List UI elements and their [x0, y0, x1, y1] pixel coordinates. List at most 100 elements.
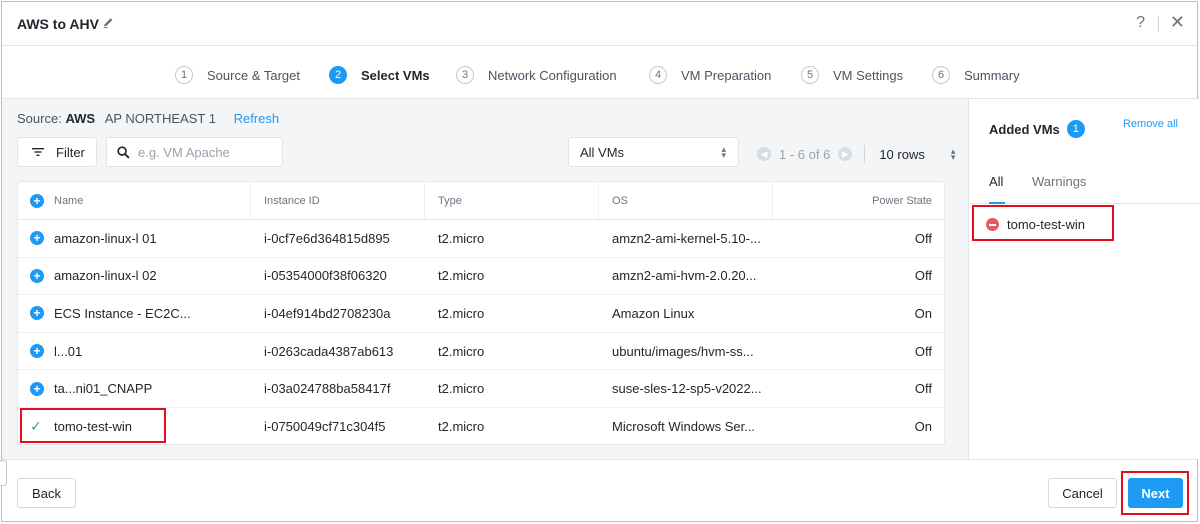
back-button[interactable]: Back: [17, 478, 76, 508]
added-count-badge: 1: [1066, 120, 1085, 138]
add-all-icon[interactable]: +: [30, 193, 44, 208]
resize-handle[interactable]: [0, 460, 7, 486]
select-arrows-icon: ▴ ▾: [721, 144, 726, 160]
remove-all-link[interactable]: Remove all: [1123, 118, 1178, 130]
vm-os: ubuntu/images/hvm-ss...: [612, 343, 754, 359]
dialog-header: AWS to AHV ? ✕: [2, 2, 1197, 46]
instance-id: i-0750049cf71c304f5: [264, 419, 386, 435]
help-icon[interactable]: ?: [1136, 14, 1145, 32]
active-tab-indicator: [989, 202, 1005, 204]
vm-filter-select[interactable]: All VMs ▴ ▾: [568, 137, 739, 167]
vm-os: Amazon Linux: [612, 305, 695, 321]
add-vm-icon[interactable]: +: [30, 268, 44, 283]
rows-per-page-select[interactable]: 10 rows: [879, 147, 925, 162]
wizard-steps: 1 Source & Target 2 Select VMs 3 Network…: [2, 46, 1197, 99]
step-number: 1: [175, 66, 193, 84]
power-state: Off: [914, 268, 932, 284]
vm-os: amzn2-ami-kernel-5.10-...: [612, 230, 761, 246]
pager-divider: [864, 145, 866, 163]
cancel-button[interactable]: Cancel: [1048, 478, 1117, 508]
step-number: 4: [649, 66, 667, 84]
step-label: Select VMs: [361, 67, 430, 83]
search-input[interactable]: [138, 144, 278, 160]
source-info: Source: AWS AP NORTHEAST 1 Refresh: [17, 111, 279, 126]
added-vms-tabs: All Warnings: [970, 172, 1199, 204]
search-box[interactable]: [106, 137, 283, 167]
prev-page-icon[interactable]: ◀: [757, 147, 771, 161]
source-region: AP NORTHEAST 1: [104, 111, 216, 126]
column-type[interactable]: Type: [425, 182, 599, 219]
step-vm-settings[interactable]: 5 VM Settings: [801, 66, 903, 84]
add-vm-icon[interactable]: +: [30, 231, 44, 246]
vm-name: ta...ni01_CNAPP: [54, 381, 153, 397]
source-label: Source:: [17, 111, 62, 126]
vm-name: amazon-linux-l 01: [54, 230, 157, 246]
vm-filter-value: All VMs: [580, 144, 625, 160]
instance-type: t2.micro: [438, 230, 485, 246]
step-vm-preparation[interactable]: 4 VM Preparation: [649, 66, 771, 84]
step-source-target[interactable]: 1 Source & Target: [175, 66, 300, 84]
column-power-state[interactable]: Power State: [773, 182, 944, 219]
filter-button[interactable]: Filter: [17, 137, 97, 167]
table-row[interactable]: + amazon-linux-l 02 i-05354000f38f06320 t…: [18, 258, 944, 296]
column-os[interactable]: OS: [599, 182, 773, 219]
highlight-box: [20, 408, 166, 443]
add-vm-icon[interactable]: +: [30, 381, 44, 396]
power-state: Off: [914, 230, 932, 246]
step-label: Source & Target: [207, 67, 300, 83]
add-vm-icon[interactable]: +: [30, 306, 44, 321]
highlight-box: [1121, 471, 1189, 515]
step-number: 5: [801, 66, 819, 84]
step-label: Network Configuration: [488, 67, 617, 83]
dialog-window: AWS to AHV ? ✕ 1 Source & Target 2 Selec…: [0, 1, 1199, 522]
added-vms-title: Added VMs 1: [989, 120, 1085, 138]
next-page-icon[interactable]: ▶: [838, 147, 853, 161]
table-row[interactable]: + l...01 i-0263cada4387ab613 t2.micro ubu…: [18, 333, 944, 371]
power-state: On: [914, 305, 932, 321]
step-number: 3: [456, 66, 474, 84]
instance-id: i-0cf7e6d364815d895: [264, 230, 390, 246]
column-label: Name: [54, 194, 84, 207]
step-summary[interactable]: 6 Summary: [932, 66, 1020, 84]
add-vm-icon[interactable]: +: [30, 344, 44, 359]
close-icon[interactable]: ✕: [1170, 12, 1185, 33]
pagination: ◀ 1 - 6 of 6 ▶ 10 rows ▴ ▾: [757, 145, 955, 163]
highlight-box: [972, 205, 1114, 241]
step-label: VM Preparation: [681, 67, 772, 83]
pencil-icon[interactable]: [102, 16, 114, 29]
instance-id: i-05354000f38f06320: [264, 268, 387, 284]
vm-name: l...01: [54, 343, 83, 359]
instance-type: t2.micro: [438, 305, 485, 321]
table-row[interactable]: + amazon-linux-l 01 i-0cf7e6d364815d895 t…: [18, 220, 944, 258]
table-row[interactable]: + ECS Instance - EC2C... i-04ef914bd27082…: [18, 295, 944, 333]
added-vms-label: Added VMs: [989, 121, 1060, 137]
instance-id: i-03a024788ba58417f: [264, 381, 391, 397]
filter-label: Filter: [56, 144, 85, 160]
page-range: 1 - 6 of 6: [779, 146, 831, 162]
vm-name: amazon-linux-l 02: [54, 268, 157, 284]
power-state: Off: [914, 343, 932, 359]
vm-name: ECS Instance - EC2C...: [54, 305, 191, 321]
tab-warnings[interactable]: Warnings: [1032, 174, 1086, 189]
instance-type: t2.micro: [438, 268, 485, 284]
filter-icon: [32, 148, 44, 156]
dialog-title: AWS to AHV: [17, 16, 99, 32]
instance-type: t2.micro: [438, 419, 485, 435]
tab-all[interactable]: All: [989, 174, 1003, 189]
vm-os: amzn2-ami-hvm-2.0.20...: [612, 268, 757, 284]
step-network-configuration[interactable]: 3 Network Configuration: [456, 66, 617, 84]
power-state: On: [914, 419, 932, 435]
vm-table: + Name Instance ID Type OS Power State +…: [17, 181, 945, 445]
column-name[interactable]: + Name: [18, 182, 251, 219]
vm-os: Microsoft Windows Ser...: [612, 419, 756, 435]
table-row[interactable]: + ta...ni01_CNAPP i-03a024788ba58417f t2.…: [18, 370, 944, 408]
rows-arrows-icon[interactable]: ▴ ▾: [951, 147, 956, 162]
step-label: VM Settings: [833, 67, 904, 83]
search-icon: [117, 145, 130, 159]
column-instance-id[interactable]: Instance ID: [251, 182, 425, 219]
step-number: 6: [932, 66, 950, 84]
instance-type: t2.micro: [438, 381, 485, 397]
step-select-vms[interactable]: 2 Select VMs: [329, 66, 430, 84]
refresh-link[interactable]: Refresh: [234, 111, 280, 126]
power-state: Off: [914, 381, 932, 397]
